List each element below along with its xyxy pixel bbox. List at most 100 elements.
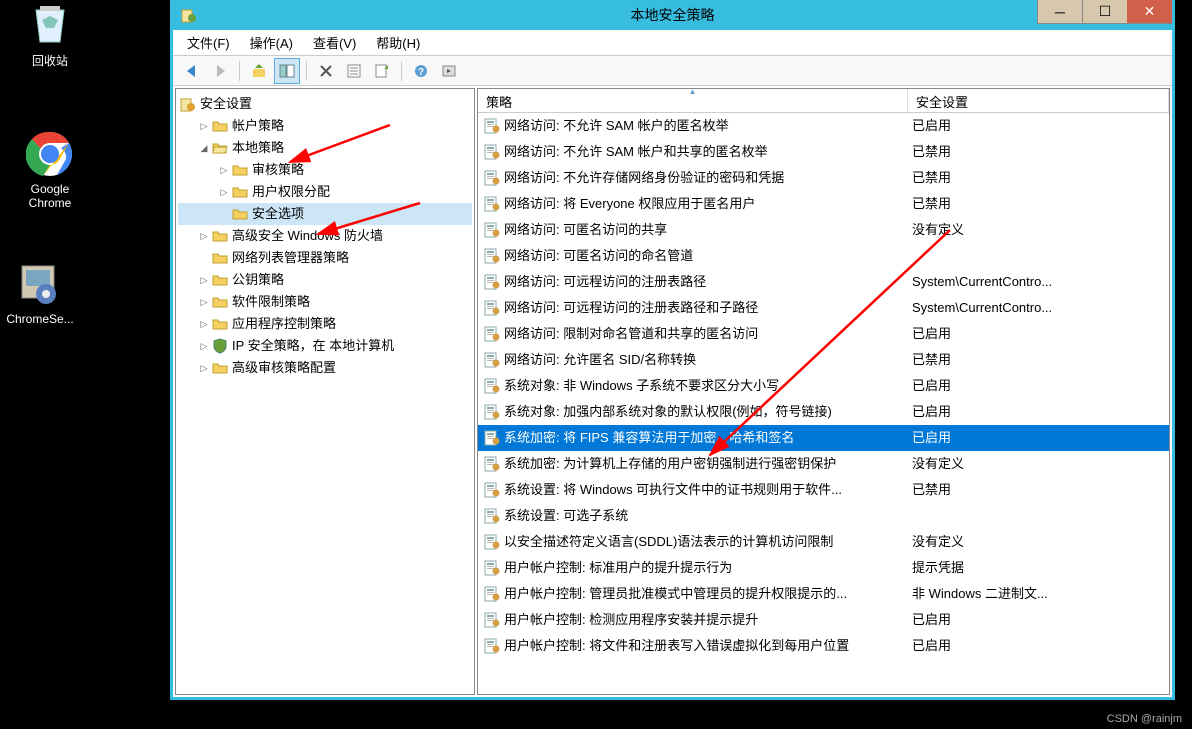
list-cell-policy: 网络访问: 可匿名访问的共享 (478, 217, 908, 243)
list-row[interactable]: 网络访问: 可匿名访问的命名管道 (478, 243, 1169, 269)
tree-item[interactable]: ▷高级审核策略配置 (178, 357, 472, 379)
tree-item[interactable]: ▷公钥策略 (178, 269, 472, 291)
expander-icon[interactable] (218, 208, 230, 220)
tool-properties[interactable] (341, 58, 367, 84)
tree-item[interactable]: ▷IP 安全策略，在 本地计算机 (178, 335, 472, 357)
sort-indicator-icon: ▲ (689, 88, 697, 96)
list-row[interactable]: 网络访问: 可远程访问的注册表路径和子路径System\CurrentContr… (478, 295, 1169, 321)
list-row[interactable]: 用户帐户控制: 将文件和注册表写入错误虚拟化到每用户位置已启用 (478, 633, 1169, 659)
policy-icon (484, 586, 500, 602)
tree-item[interactable]: ▷软件限制策略 (178, 291, 472, 313)
desktop-icon-chrome[interactable]: Google Chrome (10, 130, 90, 210)
tree-item[interactable]: 安全选项 (178, 203, 472, 225)
list-row[interactable]: 系统对象: 加强内部系统对象的默认权限(例如，符号链接)已启用 (478, 399, 1169, 425)
tree-item-label: 本地策略 (232, 137, 284, 159)
list-row[interactable]: 网络访问: 限制对命名管道和共享的匿名访问已启用 (478, 321, 1169, 347)
tool-showhide[interactable] (274, 58, 300, 84)
list-row[interactable]: 网络访问: 将 Everyone 权限应用于匿名用户已禁用 (478, 191, 1169, 217)
tree-item-label: 应用程序控制策略 (232, 313, 336, 335)
list-cell-policy: 网络访问: 不允许 SAM 帐户的匿名枚举 (478, 113, 908, 139)
expander-icon[interactable]: ▷ (218, 164, 230, 176)
menu-file[interactable]: 文件(F) (179, 31, 238, 54)
list-cell-setting: 已禁用 (908, 347, 1169, 373)
list-row[interactable]: 系统加密: 将 FIPS 兼容算法用于加密、哈希和签名已启用 (478, 425, 1169, 451)
policy-icon (484, 274, 500, 290)
list-cell-policy: 网络访问: 不允许存储网络身份验证的密码和凭据 (478, 165, 908, 191)
list-row[interactable]: 系统加密: 为计算机上存储的用户密钥强制进行强密钥保护没有定义 (478, 451, 1169, 477)
menu-action[interactable]: 操作(A) (242, 31, 301, 54)
list-cell-setting: 已禁用 (908, 165, 1169, 191)
expander-icon[interactable]: ▷ (198, 362, 210, 374)
list-row[interactable]: 系统设置: 将 Windows 可执行文件中的证书规则用于软件...已禁用 (478, 477, 1169, 503)
tree-root[interactable]: 安全设置 (178, 93, 472, 115)
tool-help[interactable]: ? (408, 58, 434, 84)
list-row[interactable]: 用户帐户控制: 标准用户的提升提示行为提示凭据 (478, 555, 1169, 581)
expander-icon[interactable]: ▷ (198, 318, 210, 330)
expander-icon[interactable]: ▷ (198, 296, 210, 308)
desktop-icon-chromese[interactable]: ChromeSe... (0, 260, 80, 326)
policy-icon (484, 352, 500, 368)
folder-icon (232, 162, 248, 178)
policy-icon (484, 222, 500, 238)
tree-panel[interactable]: 安全设置 ▷帐户策略 ◢ 本地策略▷审核策略▷用户权限分配安全选项 ▷ 高级安全 Win… (175, 88, 475, 695)
tool-forward[interactable] (207, 58, 233, 84)
tree-item-label: 高级安全 Windows 防火墙 (232, 225, 383, 247)
list-cell-setting (908, 503, 1169, 529)
tree-item[interactable]: ▷ 高级安全 Windows 防火墙 (178, 225, 472, 247)
expander-icon[interactable]: ▷ (198, 340, 210, 352)
expander-icon[interactable]: ▷ (198, 120, 210, 132)
list-cell-policy: 用户帐户控制: 标准用户的提升提示行为 (478, 555, 908, 581)
expander-icon[interactable]: ▷ (218, 186, 230, 198)
list-row[interactable]: 用户帐户控制: 检测应用程序安装并提示提升已启用 (478, 607, 1169, 633)
tool-action[interactable] (436, 58, 462, 84)
desktop-icon-recycle-bin[interactable]: 回收站 (10, 0, 90, 69)
list-cell-setting: 已禁用 (908, 191, 1169, 217)
menu-help[interactable]: 帮助(H) (368, 31, 428, 54)
tree-item[interactable]: ▷帐户策略 (178, 115, 472, 137)
expander-icon[interactable]: ▷ (198, 274, 210, 286)
toolbar-separator (306, 61, 307, 81)
tool-delete[interactable] (313, 58, 339, 84)
tool-up[interactable] (246, 58, 272, 84)
col-header-setting[interactable]: 安全设置 (908, 89, 1169, 112)
list-row[interactable]: 网络访问: 不允许存储网络身份验证的密码和凭据已禁用 (478, 165, 1169, 191)
list-row[interactable]: 系统设置: 可选子系统 (478, 503, 1169, 529)
tree-item[interactable]: ◢ 本地策略 (178, 137, 472, 159)
menubar: 文件(F) 操作(A) 查看(V) 帮助(H) (173, 30, 1172, 56)
tree-item[interactable]: ▷ 应用程序控制策略 (178, 313, 472, 335)
tool-back[interactable] (179, 58, 205, 84)
policy-icon (484, 144, 500, 160)
maximize-button[interactable]: ☐ (1082, 0, 1127, 24)
list-cell-policy: 网络访问: 可远程访问的注册表路径和子路径 (478, 295, 908, 321)
list-cell-setting: 没有定义 (908, 529, 1169, 555)
tool-export[interactable] (369, 58, 395, 84)
tree-item[interactable]: ▷用户权限分配 (178, 181, 472, 203)
folder-icon (212, 294, 228, 310)
recycle-bin-icon (26, 0, 74, 48)
list-row[interactable]: 网络访问: 可远程访问的注册表路径System\CurrentContro... (478, 269, 1169, 295)
list-header: ▲ 策略 安全设置 (478, 89, 1169, 113)
list-cell-policy: 用户帐户控制: 管理员批准模式中管理员的提升权限提示的... (478, 581, 908, 607)
tree-item[interactable]: ▷审核策略 (178, 159, 472, 181)
list-cell-setting: System\CurrentContro... (908, 269, 1169, 295)
minimize-button[interactable]: ─ (1037, 0, 1082, 24)
list-row[interactable]: 网络访问: 允许匿名 SID/名称转换已禁用 (478, 347, 1169, 373)
menu-view[interactable]: 查看(V) (305, 31, 364, 54)
expander-icon[interactable]: ▷ (198, 230, 210, 242)
tree-item[interactable]: 网络列表管理器策略 (178, 247, 472, 269)
close-button[interactable]: ✕ (1127, 0, 1172, 24)
titlebar[interactable]: 本地安全策略 ─ ☐ ✕ (173, 0, 1172, 30)
list-row[interactable]: 网络访问: 可匿名访问的共享没有定义 (478, 217, 1169, 243)
expander-icon[interactable] (198, 252, 210, 264)
list-row[interactable]: 用户帐户控制: 管理员批准模式中管理员的提升权限提示的...非 Windows … (478, 581, 1169, 607)
list-row[interactable]: 系统对象: 非 Windows 子系统不要求区分大小写已启用 (478, 373, 1169, 399)
expander-icon[interactable]: ◢ (198, 142, 210, 154)
list-row[interactable]: 以安全描述符定义语言(SDDL)语法表示的计算机访问限制没有定义 (478, 529, 1169, 555)
list-row[interactable]: 网络访问: 不允许 SAM 帐户和共享的匿名枚举已禁用 (478, 139, 1169, 165)
list-row[interactable]: 网络访问: 不允许 SAM 帐户的匿名枚举已启用 (478, 113, 1169, 139)
policy-icon (484, 482, 500, 498)
list-body[interactable]: 网络访问: 不允许 SAM 帐户的匿名枚举已启用网络访问: 不允许 SAM 帐户… (478, 113, 1169, 694)
policy-icon (484, 300, 500, 316)
folder-icon (212, 250, 228, 266)
col-header-policy[interactable]: ▲ 策略 (478, 89, 908, 112)
